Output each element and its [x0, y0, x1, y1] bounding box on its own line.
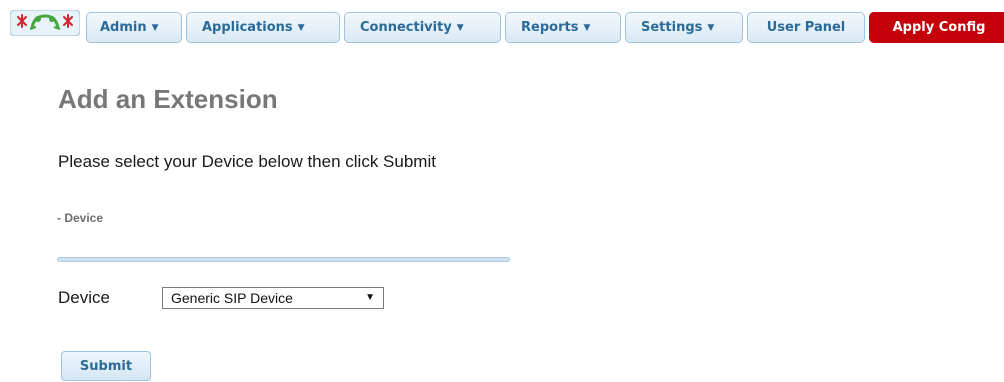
- top-navigation-bar: Admin ▼ Applications ▼ Connectivity ▼ Repor…: [0, 0, 1004, 46]
- chevron-down-icon: ▼: [583, 23, 591, 33]
- nav-applications-label: Applications: [202, 20, 293, 35]
- chevron-down-icon: ▼: [707, 23, 715, 33]
- chevron-down-icon: ▼: [151, 23, 159, 33]
- nav-user-panel-link[interactable]: User Panel: [747, 12, 865, 43]
- nav-admin-menu[interactable]: Admin ▼: [86, 12, 182, 43]
- apply-config-label: Apply Config: [892, 20, 986, 35]
- freepbx-logo-icon[interactable]: [10, 10, 80, 36]
- nav-reports-label: Reports: [521, 20, 579, 35]
- nav-reports-menu[interactable]: Reports ▼: [505, 12, 621, 43]
- device-field-label: Device: [58, 288, 110, 307]
- nav-applications-menu[interactable]: Applications ▼: [186, 12, 340, 43]
- section-divider: [57, 257, 510, 262]
- chevron-down-icon: ▼: [456, 23, 464, 33]
- nav-user-panel-label: User Panel: [766, 20, 846, 35]
- nav-connectivity-label: Connectivity: [360, 20, 452, 35]
- nav-settings-menu[interactable]: Settings ▼: [625, 12, 743, 43]
- instructions-text: Please select your Device below then cli…: [58, 152, 436, 171]
- chevron-down-icon: ▼: [297, 23, 305, 33]
- nav-connectivity-menu[interactable]: Connectivity ▼: [344, 12, 501, 43]
- device-select-value: Generic SIP Device: [171, 290, 293, 306]
- apply-config-button[interactable]: Apply Config: [869, 12, 1004, 43]
- nav-settings-label: Settings: [641, 20, 703, 35]
- page-title: Add an Extension: [58, 84, 278, 114]
- device-section-label: - Device: [57, 211, 104, 225]
- device-select[interactable]: Generic SIP Device ▼: [162, 287, 384, 309]
- submit-button[interactable]: Submit: [61, 351, 151, 381]
- dropdown-arrow-icon: ▼: [365, 292, 375, 303]
- nav-admin-label: Admin: [100, 20, 147, 35]
